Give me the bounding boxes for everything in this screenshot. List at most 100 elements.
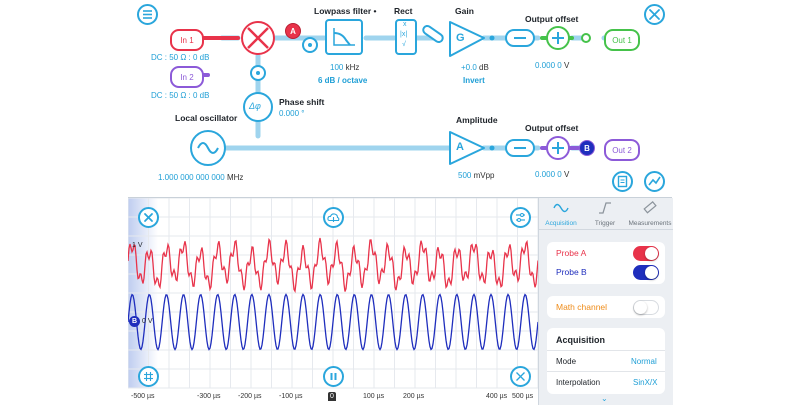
amplitude-title: Amplitude [456,115,498,125]
amplitude-symbol: A [456,141,464,153]
math-channel-label: Math channel [556,302,608,312]
mode-row[interactable]: Mode Normal [547,351,665,371]
trend-chart-icon [648,176,661,186]
local-oscillator-value[interactable]: 1.000 000 000 000 MHz [158,173,243,182]
fit-view-button[interactable] [510,366,531,387]
input-2-coupling[interactable]: DC : 50 Ω : 0 dB [151,91,209,100]
notes-icon [617,175,628,188]
lowpass-filter-button[interactable] [326,20,362,54]
math-card: Math channel [547,296,665,318]
upload-button[interactable] [323,207,344,228]
interpolation-value: SinX/X [633,378,658,387]
interpolation-label: Interpolation [556,378,601,387]
lowpass-value[interactable]: 100 kHz [330,63,359,72]
math-channel-toggle[interactable] [633,300,659,315]
gain-button[interactable]: G [450,22,484,56]
ruler-icon [643,200,657,214]
tab-measurements-label: Measurements [628,220,672,227]
input-1-button[interactable]: In 1 [170,29,204,51]
oscilloscope-view[interactable]: 1 V B 0 V [128,198,538,405]
cloud-upload-icon [327,213,340,222]
input-2-label: In 2 [180,72,194,82]
offset-1-plus-button[interactable] [547,27,569,49]
mixer-button[interactable] [242,22,274,54]
tools-button[interactable] [644,4,665,25]
gain-value[interactable]: +0.0 dB [461,63,489,72]
sliders-icon [516,213,525,222]
signal-chain-panel: In 1 In 2 DC : 50 Ω : 0 dB DC : 50 Ω : 0… [128,0,672,198]
probe-b-marker[interactable]: B 0 V [129,316,153,327]
amplitude-value[interactable]: 500 mVpp [458,171,495,180]
probe-a-toggle[interactable] [633,246,659,261]
tab-acquisition[interactable]: Acquisition [539,198,583,228]
tab-trigger[interactable]: Trigger [583,198,627,228]
x-tick: 200 µs [403,393,425,400]
x-tick: -500 µs [131,393,155,400]
rect-glyph-3: √ [402,41,406,48]
rect-glyph-2: |x| [400,31,408,38]
x-tick: 500 µs [512,393,534,400]
expand-arrows-icon [516,372,525,381]
x-tick: 0 [330,393,334,400]
scroll-down-chevron-icon[interactable]: ⌄ [601,394,608,403]
output-1-button[interactable]: Out 1 [604,29,640,51]
trigger-step-icon [599,202,611,214]
phase-shift-title: Phase shift [279,97,325,107]
settings-sliders-button[interactable] [510,207,531,228]
tab-acquisition-label: Acquisition [545,220,577,227]
pause-button[interactable] [323,366,344,387]
output-offset-2-title: Output offset [525,123,579,133]
lowpass-slope[interactable]: 6 dB / octave [318,76,367,85]
offset-1-minus-button[interactable] [506,30,534,46]
output-2-label: Out 2 [612,145,632,155]
offset-2-plus-button[interactable] [547,137,569,159]
interpolation-row[interactable]: Interpolation SinX/X [547,372,665,392]
output-offset-1-value[interactable]: 0.000 0 V [535,61,569,70]
probe-b-marker-badge: B [129,316,140,327]
rect-button[interactable]: x |x| √ [396,20,416,54]
acquisition-title: Acquisition [556,335,605,345]
lowpass-title: Lowpass filter • [314,6,377,16]
input-1-coupling[interactable]: DC : 50 Ω : 0 dB [151,53,209,62]
pause-icon [330,373,337,380]
phase-shift-button[interactable]: Δφ [244,93,272,121]
gain-symbol: G [456,32,465,44]
rect-glyph-1: x [403,21,407,28]
analytics-button[interactable] [644,171,665,192]
tab-trigger-label: Trigger [594,220,616,227]
probe-a-marker: 1 V [132,242,143,249]
x-tick: -200 µs [238,393,262,400]
input-1-label: In 1 [180,35,194,45]
output-1-label: Out 1 [612,35,632,45]
acquisition-card: Acquisition Mode Normal Interpolation Si… [547,328,665,394]
mode-label: Mode [556,357,577,366]
input-2-button[interactable]: In 2 [170,66,204,88]
close-scope-button[interactable] [138,207,159,228]
grid-icon [144,372,153,381]
x-tick: 100 µs [363,393,385,400]
amplitude-button[interactable]: A [450,132,484,164]
probe-b-label: Probe B [556,267,587,277]
tab-measurements[interactable]: Measurements [627,198,673,228]
output-2-button[interactable]: Out 2 [604,139,640,161]
notes-button[interactable] [612,171,633,192]
x-tick: -100 µs [279,393,303,400]
probes-card: Probe A Probe B [547,242,665,284]
output-offset-2-value[interactable]: 0.000 0 V [535,170,569,179]
probe-b-toggle[interactable] [633,265,659,280]
settings-panel: Acquisition Trigger Measurements Probe A… [538,198,673,405]
phase-shift-value[interactable]: 0.000 ° [279,109,304,118]
offset-2-minus-button[interactable] [506,140,534,156]
local-oscillator-button[interactable] [191,131,225,165]
output-offset-1-title: Output offset [525,14,579,24]
grid-button[interactable] [138,366,159,387]
menu-button[interactable] [137,4,158,25]
x-tick: -300 µs [197,393,221,400]
gain-mode[interactable]: Invert [463,76,485,85]
sine-wave-icon [553,203,569,213]
mixer-badge-a: A [285,23,301,39]
close-icon [144,213,153,222]
x-tick: 400 µs [486,393,508,400]
menu-icon [143,10,152,19]
output-2-badge-b: B [579,140,595,156]
